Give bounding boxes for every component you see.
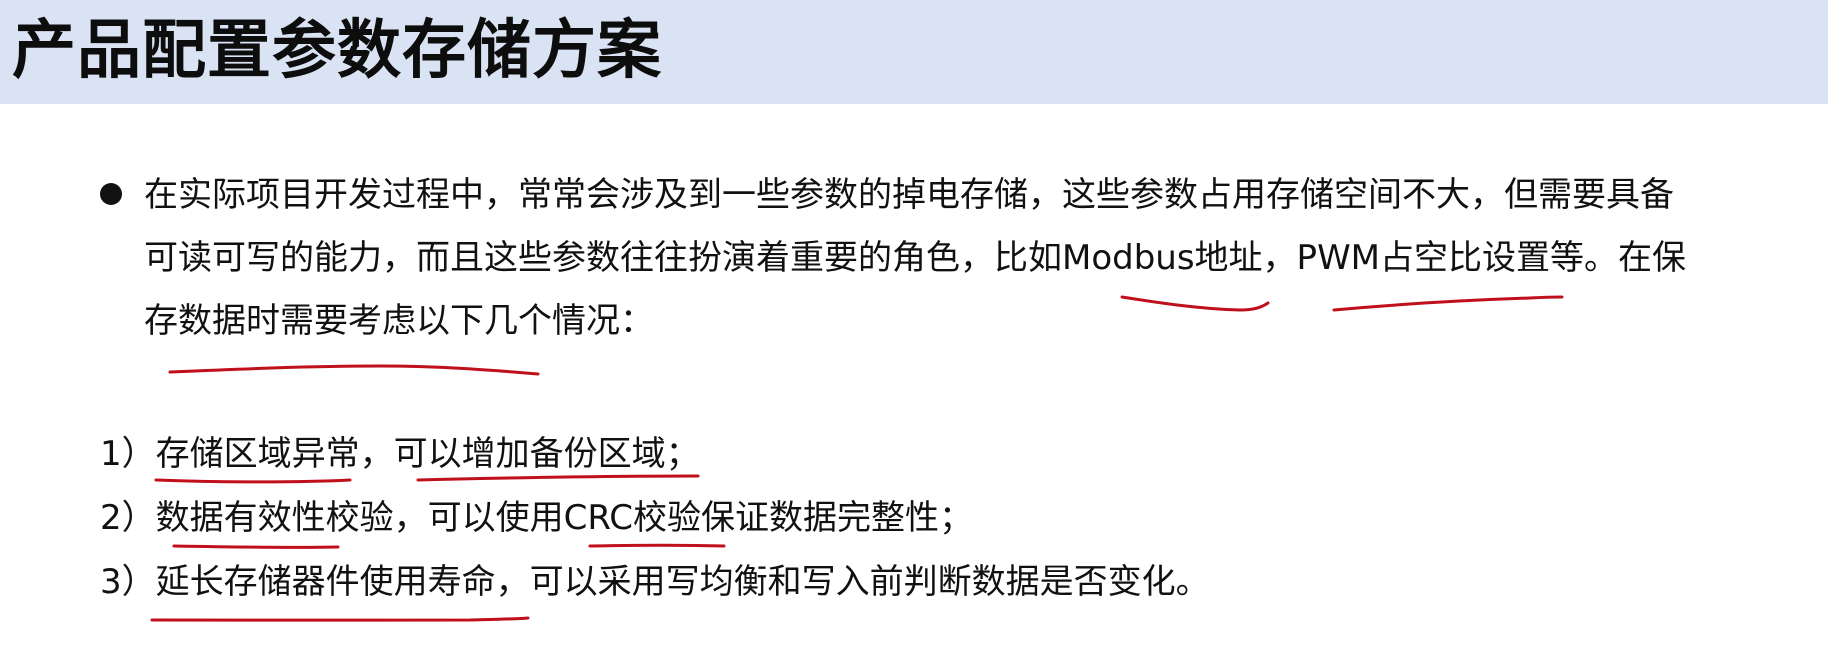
- underline-storage-abnormal: [154, 478, 352, 484]
- underline-extend-life: [150, 616, 530, 622]
- list-item-2: 2）数据有效性校验，可以使用CRC校验保证数据完整性；: [100, 498, 974, 538]
- list-item-3: 3）延长存储器件使用寿命，可以采用写均衡和写入前判断数据是否变化。: [100, 562, 1210, 602]
- underline-backup-area: [416, 474, 700, 482]
- slide-title: 产品配置参数存储方案: [12, 14, 662, 88]
- paragraph-line-2: 可读可写的能力，而且这些参数往往扮演着重要的角色，比如Modbus地址，PWM占…: [144, 238, 1687, 278]
- paragraph-line-1: 在实际项目开发过程中，常常会涉及到一些参数的掉电存储，这些参数占用存储空间不大，…: [144, 175, 1674, 215]
- list-item-1: 1）存储区域异常，可以增加备份区域；: [100, 434, 700, 474]
- paragraph-line-3: 存数据时需要考虑以下几个情况：: [144, 301, 654, 341]
- underline-pwm: [1332, 295, 1564, 312]
- underline-modbus: [1120, 295, 1270, 312]
- underline-validity-check: [172, 544, 340, 549]
- title-bar: 产品配置参数存储方案: [0, 0, 1828, 104]
- slide: 产品配置参数存储方案 在实际项目开发过程中，常常会涉及到一些参数的掉电存储，这些…: [0, 0, 1828, 661]
- underline-save-data: [168, 364, 540, 376]
- underline-crc: [588, 543, 726, 548]
- bullet-icon: [100, 183, 122, 205]
